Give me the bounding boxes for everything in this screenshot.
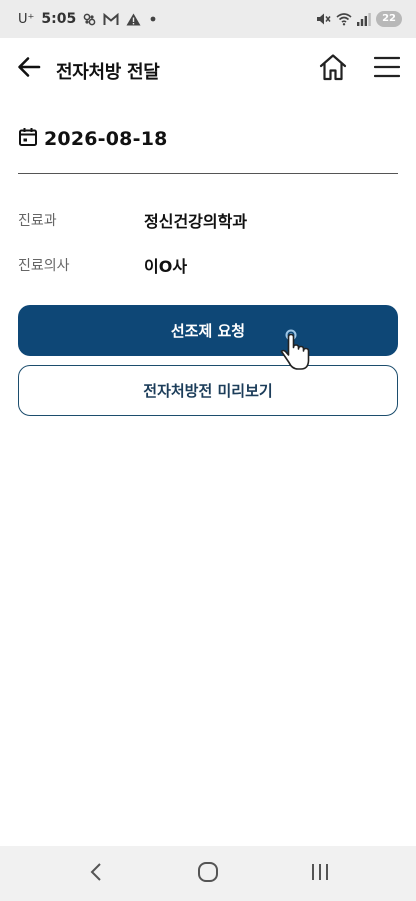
- divider: [18, 173, 398, 174]
- doctor-row: 진료의사 이O사: [18, 253, 187, 277]
- page-title: 전자처방 전달: [56, 62, 160, 83]
- status-left: U⁺ 5:05: [18, 11, 158, 27]
- recents-nav-icon: [310, 862, 330, 886]
- mute-icon: [316, 12, 331, 26]
- app-header: 전자처방 전달: [0, 38, 416, 102]
- home-nav-icon: [197, 861, 219, 887]
- link-icon: [83, 13, 96, 26]
- department-value: 정신건강의학과: [144, 212, 248, 231]
- back-button[interactable]: [14, 54, 44, 84]
- menu-button[interactable]: [370, 52, 404, 86]
- doctor-label: 진료의사: [18, 258, 70, 274]
- wifi-icon: [336, 12, 352, 26]
- prescription-date: 2026-08-18: [18, 127, 168, 151]
- e-prescription-preview-button[interactable]: 전자처방전 미리보기: [18, 365, 398, 416]
- date-text: 2026-08-18: [44, 128, 168, 150]
- doctor-value: 이O사: [144, 257, 188, 276]
- home-button[interactable]: [316, 52, 350, 86]
- warning-icon: [126, 13, 141, 26]
- menu-icon: [373, 56, 401, 82]
- status-bar: U⁺ 5:05 22: [0, 0, 416, 38]
- nav-back-button[interactable]: [71, 854, 121, 894]
- android-nav-bar: [0, 846, 416, 901]
- dot-icon: [148, 14, 158, 24]
- back-nav-icon: [89, 862, 103, 886]
- gmail-icon: [103, 12, 119, 26]
- nav-recents-button[interactable]: [295, 854, 345, 894]
- nav-home-button[interactable]: [183, 854, 233, 894]
- calendar-icon: [18, 127, 38, 151]
- home-icon: [318, 53, 348, 85]
- status-right: 22: [316, 11, 402, 27]
- battery-icon: 22: [376, 11, 402, 27]
- department-label: 진료과: [18, 213, 57, 229]
- department-row: 진료과 정신건강의학과: [18, 208, 247, 232]
- signal-icon: [357, 12, 371, 26]
- status-time: 5:05: [41, 11, 77, 27]
- back-arrow-icon: [17, 56, 41, 82]
- carrier-label: U⁺: [18, 11, 35, 27]
- pre-dispense-request-button[interactable]: 선조제 요청: [18, 305, 398, 356]
